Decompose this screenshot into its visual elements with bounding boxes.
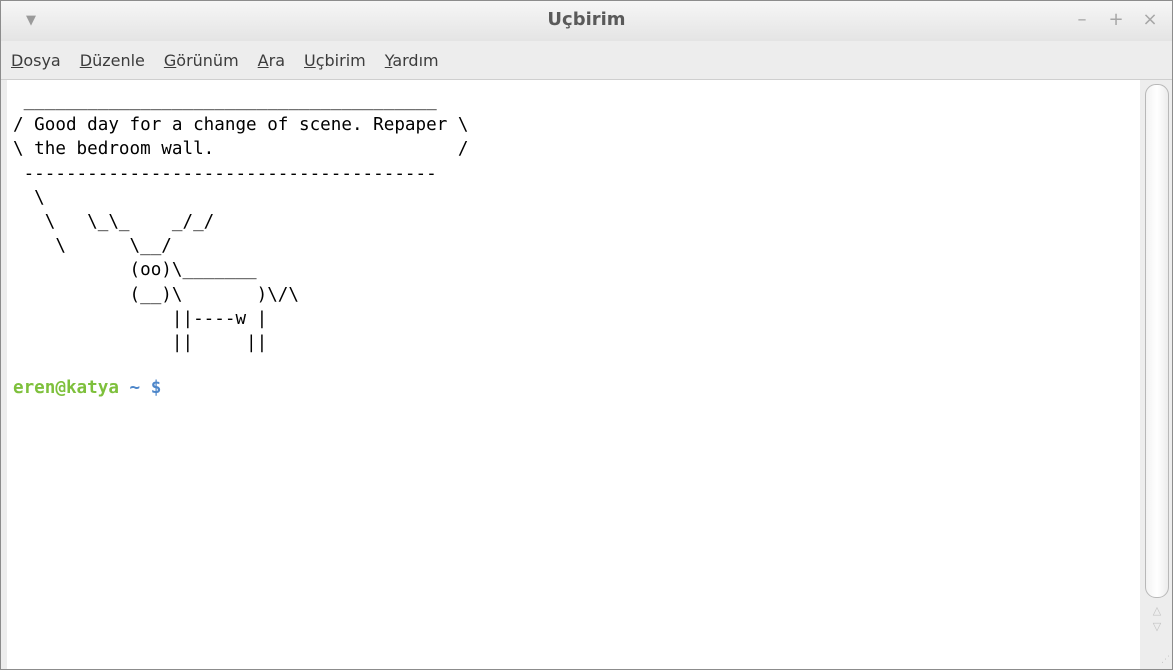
menu-yardim[interactable]: Yardım bbox=[385, 51, 439, 70]
shell-prompt: eren@katya ~ $ bbox=[13, 376, 161, 400]
menu-dosya[interactable]: Dosya bbox=[11, 51, 61, 70]
vertical-scrollbar[interactable]: △ ▽ ⋰ bbox=[1142, 80, 1172, 669]
menu-ucbirim[interactable]: Uçbirim bbox=[304, 51, 366, 70]
prompt-symbol: $ bbox=[150, 378, 162, 398]
terminal-area[interactable]: _______________________________________ … bbox=[7, 80, 1140, 669]
cowsay-output: _______________________________________ … bbox=[13, 91, 469, 354]
scrollbar-thumb[interactable] bbox=[1145, 84, 1169, 598]
minimize-button[interactable]: – bbox=[1074, 9, 1090, 31]
resize-grip-icon[interactable]: ⋰ bbox=[1156, 653, 1170, 667]
menu-ara[interactable]: Ara bbox=[258, 51, 285, 70]
maximize-button[interactable]: + bbox=[1108, 9, 1124, 31]
scroll-down-arrow-icon[interactable]: ▽ bbox=[1150, 620, 1164, 634]
close-button[interactable]: × bbox=[1142, 9, 1158, 31]
title-bar[interactable]: ▼ Uçbirim – + × bbox=[1, 1, 1172, 41]
window-title: Uçbirim bbox=[547, 9, 626, 30]
menu-duzenle[interactable]: Düzenle bbox=[80, 51, 145, 70]
prompt-user-host: eren@katya bbox=[13, 378, 119, 398]
scroll-up-arrow-icon[interactable]: △ bbox=[1150, 604, 1164, 618]
menu-gorunum[interactable]: Görünüm bbox=[164, 51, 239, 70]
menu-bar: Dosya Düzenle Görünüm Ara Uçbirim Yardım bbox=[1, 41, 1172, 80]
window-controls: – + × bbox=[1074, 9, 1158, 31]
terminal-window: ▼ Uçbirim – + × Dosya Düzenle Görünüm Ar… bbox=[0, 0, 1173, 670]
prompt-directory: ~ bbox=[129, 378, 141, 398]
